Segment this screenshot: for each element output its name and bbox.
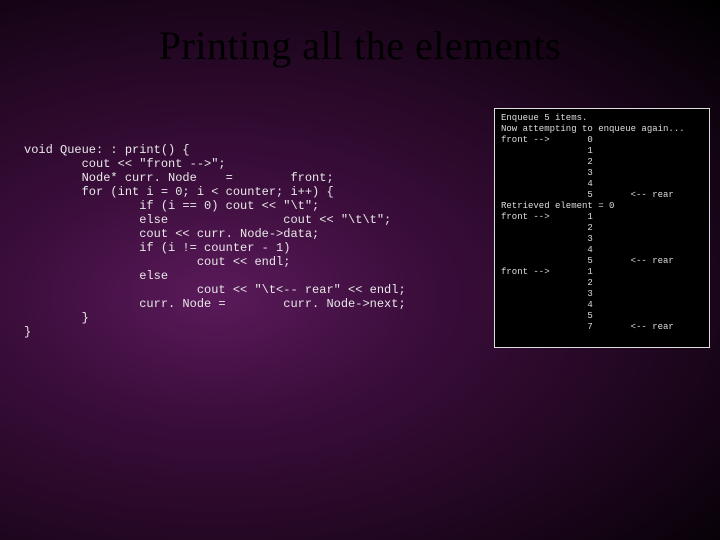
- code-block: void Queue: : print() { cout << "front -…: [24, 143, 406, 339]
- slide-title: Printing all the elements: [0, 22, 720, 69]
- terminal-output: Enqueue 5 items. Now attempting to enque…: [494, 108, 710, 348]
